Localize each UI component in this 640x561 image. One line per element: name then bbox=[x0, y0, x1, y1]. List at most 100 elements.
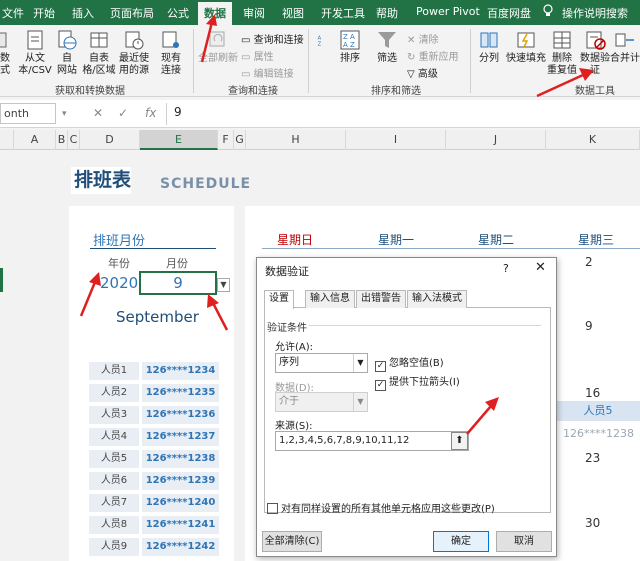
recent-sources-button[interactable]: 最近使 用的源 bbox=[117, 29, 151, 77]
svg-text:A: A bbox=[318, 35, 322, 41]
tab-input-message[interactable]: 输入信息 bbox=[305, 290, 355, 308]
tab-help[interactable]: 帮助 bbox=[376, 5, 398, 21]
cancel-button[interactable]: 取消 bbox=[496, 531, 552, 552]
name-box-dropdown-icon[interactable]: ▾ bbox=[62, 109, 67, 119]
column-header-d[interactable]: D bbox=[80, 130, 140, 150]
month-cell[interactable]: 9 bbox=[139, 271, 217, 295]
column-header-h[interactable]: H bbox=[246, 130, 346, 150]
flash-fill-button[interactable]: 快速填充 bbox=[506, 29, 546, 65]
staff-phone[interactable]: 126****1238 bbox=[142, 450, 219, 468]
from-table-button[interactable]: 自表 格/区域 bbox=[82, 29, 116, 77]
column-header-b[interactable]: B bbox=[56, 130, 68, 150]
tab-file[interactable]: 文件 bbox=[2, 5, 24, 21]
calendar-day-number: 9 bbox=[585, 319, 593, 333]
ignore-blank-checkbox[interactable]: ✓ 忽略空值(B) bbox=[375, 354, 444, 372]
get-data-button[interactable]: 数 式 bbox=[0, 29, 14, 77]
source-input[interactable]: 1,2,3,4,5,6,7,8,9,10,11,12 bbox=[275, 431, 469, 451]
ok-button[interactable]: 确定 bbox=[433, 531, 489, 552]
advanced-button[interactable]: ▽ 高级 bbox=[407, 65, 438, 80]
calendar-person[interactable]: 人员5 bbox=[556, 401, 640, 421]
formula-input[interactable]: 9 bbox=[174, 105, 182, 119]
staff-name[interactable]: 人员4 bbox=[89, 428, 139, 446]
tab-power-pivot[interactable]: Power Pivot bbox=[416, 5, 480, 18]
staff-name[interactable]: 人员7 bbox=[89, 494, 139, 512]
tab-page-layout[interactable]: 页面布局 bbox=[110, 5, 154, 21]
properties-button[interactable]: ▭ 属性 bbox=[241, 48, 274, 63]
reapply-button[interactable]: ↻ 重新应用 bbox=[407, 48, 459, 63]
staff-phone[interactable]: 126****1236 bbox=[142, 406, 219, 424]
dialog-close-button[interactable]: ✕ bbox=[535, 260, 546, 275]
staff-row: 人员1 126****1234 bbox=[89, 362, 219, 380]
cancel-entry-icon[interactable]: ✕ bbox=[93, 106, 103, 120]
month-name: September bbox=[116, 308, 199, 326]
sort-az-small-button[interactable]: AZ bbox=[314, 29, 334, 53]
column-header-c[interactable]: C bbox=[68, 130, 80, 150]
column-header-a[interactable]: A bbox=[14, 130, 56, 150]
column-header-j[interactable]: J bbox=[446, 130, 546, 150]
tab-error-alert[interactable]: 出错警告 bbox=[356, 290, 406, 308]
column-header-g[interactable]: G bbox=[234, 130, 246, 150]
clear-button[interactable]: ✕ 清除 bbox=[407, 31, 439, 46]
from-web-button[interactable]: 自 网站 bbox=[54, 29, 80, 77]
column-header-f[interactable]: F bbox=[218, 130, 234, 150]
staff-phone[interactable]: 126****1242 bbox=[142, 538, 219, 556]
clear-all-button[interactable]: 全部清除(C) bbox=[262, 531, 322, 552]
column-header-i[interactable]: I bbox=[346, 130, 446, 150]
column-header-k[interactable]: K bbox=[546, 130, 640, 150]
tab-insert[interactable]: 插入 bbox=[72, 5, 94, 21]
calendar-day-number: 16 bbox=[585, 386, 601, 400]
staff-name[interactable]: 人员5 bbox=[89, 450, 139, 468]
confirm-entry-icon[interactable]: ✓ bbox=[118, 106, 128, 120]
staff-phone[interactable]: 126****1234 bbox=[142, 362, 219, 380]
staff-name[interactable]: 人员2 bbox=[89, 384, 139, 402]
staff-phone[interactable]: 126****1237 bbox=[142, 428, 219, 446]
sort-button[interactable]: Z AA Z 排序 bbox=[336, 29, 364, 65]
staff-name[interactable]: 人员3 bbox=[89, 406, 139, 424]
queries-connections-button[interactable]: ▭ 查询和连接 bbox=[241, 31, 304, 46]
tell-me-search[interactable]: 操作说明搜索 bbox=[562, 5, 628, 21]
staff-phone[interactable]: 126****1240 bbox=[142, 494, 219, 512]
advanced-label: 高级 bbox=[417, 69, 438, 80]
text-to-columns-button[interactable]: 分列 bbox=[476, 29, 502, 65]
from-text-csv-button[interactable]: 从文 本/CSV bbox=[18, 29, 52, 77]
tab-review[interactable]: 审阅 bbox=[243, 5, 265, 21]
allow-select[interactable]: 序列 ▼ bbox=[275, 353, 368, 373]
tab-baidu-netdisk[interactable]: 百度网盘 bbox=[487, 5, 531, 21]
staff-phone[interactable]: 126****1235 bbox=[142, 384, 219, 402]
edit-links-label: 编辑链接 bbox=[253, 69, 294, 80]
tab-view[interactable]: 视图 bbox=[282, 5, 304, 21]
staff-name[interactable]: 人员6 bbox=[89, 472, 139, 490]
data-operator-select[interactable]: 介于 ▼ bbox=[275, 392, 368, 412]
select-all-corner[interactable] bbox=[0, 130, 14, 150]
staff-name[interactable]: 人员8 bbox=[89, 516, 139, 534]
filter-button[interactable]: 筛选 bbox=[373, 29, 401, 65]
from-text-csv-label: 从文 本/CSV bbox=[18, 53, 52, 76]
staff-name[interactable]: 人员9 bbox=[89, 538, 139, 556]
year-cell[interactable]: 2020 bbox=[100, 274, 138, 292]
apply-to-all-checkbox[interactable]: 对有同样设置的所有其他单元格应用这些更改(P) bbox=[267, 500, 495, 515]
from-web-label: 自 网站 bbox=[57, 53, 77, 76]
insert-function-icon[interactable]: fx bbox=[145, 106, 156, 120]
tab-home[interactable]: 开始 bbox=[33, 5, 55, 21]
staff-row: 人员8 126****1241 bbox=[89, 516, 219, 534]
dialog-help-button[interactable]: ? bbox=[503, 262, 509, 275]
in-cell-dropdown-checkbox[interactable]: ✓ 提供下拉箭头(I) bbox=[375, 373, 460, 391]
tab-settings[interactable]: 设置 bbox=[264, 290, 294, 309]
tab-formulas[interactable]: 公式 bbox=[167, 5, 189, 21]
staff-phone[interactable]: 126****1239 bbox=[142, 472, 219, 490]
column-header-e[interactable]: E bbox=[140, 130, 218, 150]
tab-ime-mode[interactable]: 输入法模式 bbox=[407, 290, 467, 308]
allow-select-value: 序列 bbox=[279, 357, 299, 368]
name-box[interactable]: onth bbox=[0, 103, 56, 124]
tab-developer[interactable]: 开发工具 bbox=[321, 5, 365, 21]
month-dropdown-arrow[interactable]: ▼ bbox=[217, 278, 230, 292]
data-validation-dialog: 数据验证 ? ✕ 设置 输入信息 出错警告 输入法模式 验证条件 允许(A): … bbox=[256, 257, 557, 557]
consolidate-label: 合并计 bbox=[610, 53, 640, 64]
staff-phone[interactable]: 126****1241 bbox=[142, 516, 219, 534]
staff-row: 人员2 126****1235 bbox=[89, 384, 219, 402]
existing-connections-button[interactable]: 现有 连接 bbox=[156, 29, 186, 77]
consolidate-button[interactable]: 合并计 bbox=[610, 29, 640, 65]
in-cell-dropdown-label: 提供下拉箭头(I) bbox=[389, 377, 460, 388]
edit-links-button[interactable]: ▭ 编辑链接 bbox=[241, 65, 294, 80]
staff-name[interactable]: 人员1 bbox=[89, 362, 139, 380]
